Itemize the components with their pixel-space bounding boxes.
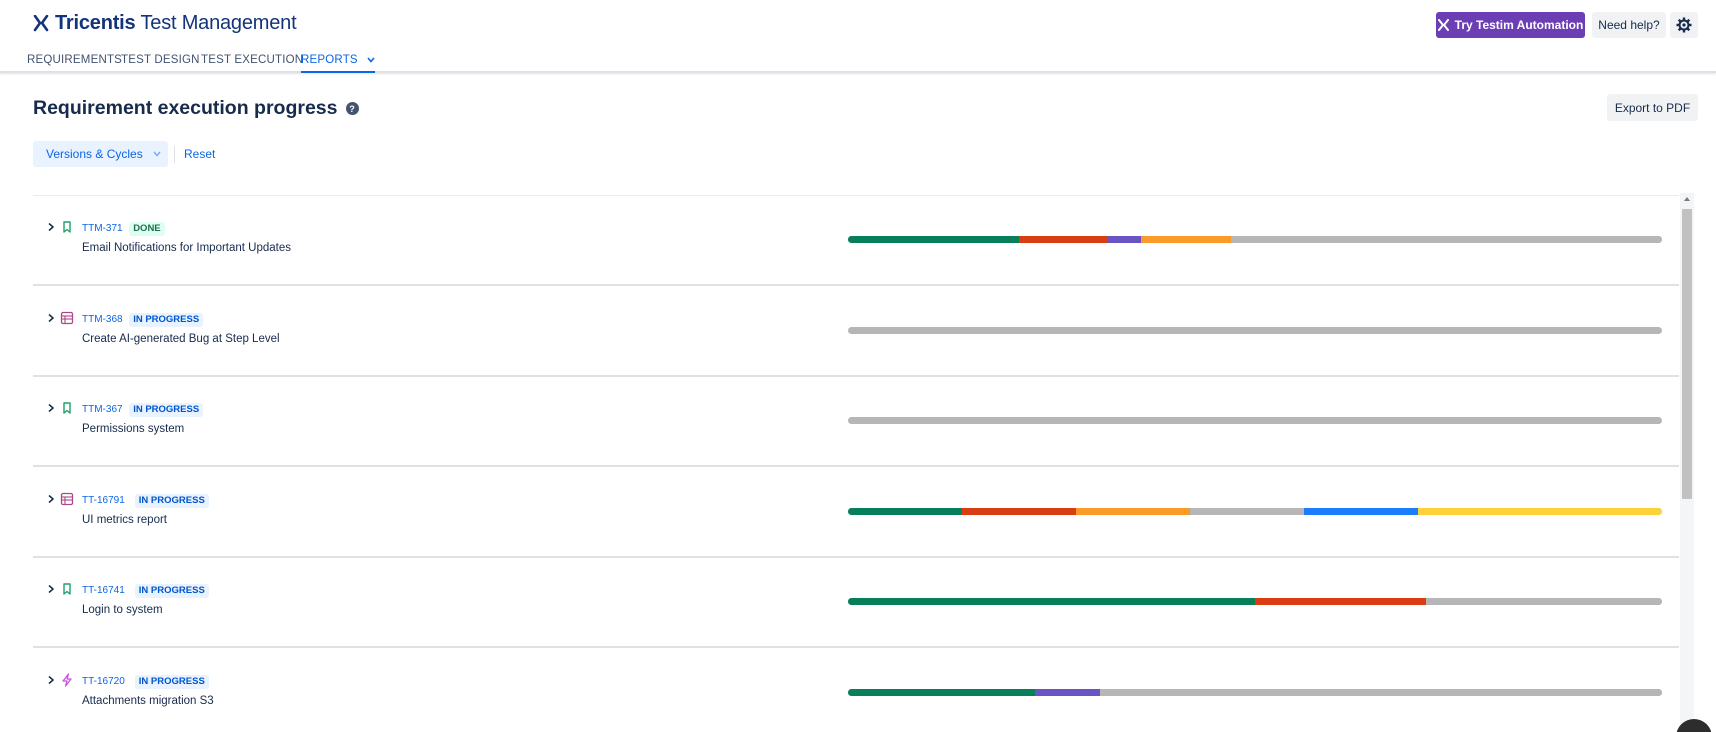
- scroll-up-arrow-icon[interactable]: [1683, 196, 1691, 202]
- try-testim-label: Try Testim Automation: [1454, 18, 1584, 32]
- nav-requirements[interactable]: REQUIREMENTS: [27, 54, 122, 73]
- requirement-row[interactable]: TT-16791 IN PROGRESS UI metrics report: [33, 468, 1679, 558]
- spike-icon: [60, 672, 74, 687]
- progress-segment-passed[interactable]: [848, 236, 1019, 243]
- story-icon: [60, 220, 74, 234]
- main-nav: REQUIREMENTS TEST DESIGN TEST EXECUTION …: [0, 48, 1716, 73]
- story-icon: [60, 401, 74, 415]
- requirement-summary: UI metrics report: [82, 513, 167, 526]
- requirement-summary: Attachments migration S3: [82, 694, 214, 707]
- progress-segment-not-executed[interactable]: [1189, 507, 1304, 515]
- chevron-right-icon[interactable]: [46, 494, 56, 504]
- story-icon: [60, 582, 74, 596]
- requirement-row[interactable]: TT-16741 IN PROGRESS Login to system: [33, 558, 1679, 648]
- progress-segment-passed[interactable]: [848, 598, 1255, 605]
- app-logo[interactable]: Tricentis Test Management: [33, 12, 297, 35]
- requirement-summary: Create AI-generated Bug at Step Level: [82, 332, 280, 345]
- execution-progress-bar[interactable]: [848, 507, 1662, 515]
- scrollbar-thumb[interactable]: [1682, 209, 1692, 499]
- progress-segment-not-executed[interactable]: [1100, 688, 1662, 696]
- requirement-key[interactable]: TTM-367: [82, 404, 123, 415]
- help-icon[interactable]: ?: [345, 102, 359, 115]
- requirement-summary: Login to system: [82, 604, 163, 616]
- try-testim-button[interactable]: Try Testim Automation: [1436, 12, 1585, 38]
- status-badge: IN PROGRESS: [134, 674, 209, 689]
- requirement-row[interactable]: TTM-371 DONE Email Notifications for Impor…: [33, 196, 1679, 286]
- requirement-key[interactable]: TT-16720: [82, 676, 125, 687]
- execution-progress-bar[interactable]: [848, 688, 1662, 696]
- status-badge: DONE: [129, 222, 165, 236]
- chevron-right-icon[interactable]: [46, 313, 56, 323]
- chevron-down-icon: [367, 57, 375, 63]
- requirement-row[interactable]: TTM-367 IN PROGRESS Permissions system: [33, 377, 1679, 467]
- nav-reports-label: REPORTS: [301, 54, 358, 66]
- progress-segment-custom-blue[interactable]: [1303, 507, 1418, 515]
- nav-test-execution[interactable]: TEST EXECUTION: [201, 54, 303, 73]
- export-pdf-label: Export to PDF: [1614, 100, 1691, 115]
- requirement-row[interactable]: TTM-368 IN PROGRESS Create AI-generated Bu…: [33, 287, 1679, 377]
- progress-segment-not-executed[interactable]: [1425, 598, 1662, 605]
- logo-product: Test Management: [140, 12, 297, 34]
- status-badge: IN PROGRESS: [129, 403, 204, 417]
- progress-segment-not-executed[interactable]: [1230, 236, 1662, 243]
- execution-progress-bar[interactable]: [848, 598, 1662, 605]
- export-pdf-button[interactable]: Export to PDF: [1607, 94, 1698, 121]
- need-help-button[interactable]: Need help?: [1592, 12, 1666, 38]
- requirement-summary: Email Notifications for Important Update…: [82, 242, 292, 254]
- top-bar: Tricentis Test Management Try Testim Aut…: [0, 0, 1716, 48]
- progress-segment-failed[interactable]: [1255, 598, 1426, 605]
- filter-divider: [174, 146, 175, 163]
- progress-segment-failed[interactable]: [961, 507, 1076, 515]
- progress-segment-blocked[interactable]: [1035, 688, 1101, 696]
- chevron-down-icon: [153, 151, 161, 157]
- logo-brand: Tricentis: [55, 12, 136, 34]
- requirement-key[interactable]: TT-16741: [82, 585, 125, 596]
- progress-segment-custom-yellow[interactable]: [1417, 507, 1662, 515]
- epic-icon: [60, 311, 74, 325]
- versions-cycles-filter[interactable]: Versions & Cycles: [33, 141, 168, 167]
- nav-reports[interactable]: REPORTS: [301, 54, 376, 73]
- requirement-row[interactable]: TT-16720 IN PROGRESS Attachments migration…: [33, 649, 1679, 732]
- execution-progress-bar[interactable]: [848, 236, 1662, 243]
- execution-progress-bar[interactable]: [848, 417, 1662, 424]
- settings-button[interactable]: [1670, 12, 1698, 38]
- progress-segment-passed[interactable]: [848, 688, 1036, 696]
- progress-segment-blocked[interactable]: [1108, 236, 1142, 243]
- requirements-list: TTM-371 DONE Email Notifications for Impor…: [33, 195, 1679, 732]
- status-badge: IN PROGRESS: [129, 312, 204, 327]
- requirement-key[interactable]: TT-16791: [82, 495, 125, 506]
- status-badge: IN PROGRESS: [134, 584, 209, 598]
- progress-segment-passed[interactable]: [848, 507, 962, 515]
- versions-cycles-label: Versions & Cycles: [46, 147, 143, 161]
- reset-button[interactable]: Reset: [184, 147, 215, 161]
- page-title-text: Requirement execution progress: [33, 97, 338, 119]
- gear-icon: [1676, 17, 1692, 33]
- chevron-right-icon[interactable]: [46, 584, 56, 594]
- nav-test-design[interactable]: TEST DESIGN: [121, 54, 200, 73]
- progress-segment-failed[interactable]: [1018, 236, 1109, 243]
- progress-segment-in-progress[interactable]: [1141, 236, 1231, 243]
- chevron-right-icon[interactable]: [46, 675, 56, 685]
- requirement-summary: Permissions system: [82, 423, 185, 435]
- requirement-key[interactable]: TTM-368: [82, 314, 123, 325]
- tricentis-logo-icon: [33, 14, 49, 31]
- progress-segment-not-executed[interactable]: [848, 417, 1662, 424]
- progress-segment-in-progress[interactable]: [1075, 507, 1190, 515]
- progress-segment-not-executed[interactable]: [848, 326, 1662, 334]
- testim-icon: [1437, 19, 1449, 31]
- requirement-key[interactable]: TTM-371: [82, 223, 123, 234]
- chevron-right-icon[interactable]: [46, 403, 56, 413]
- epic-icon: [60, 492, 74, 506]
- need-help-label: Need help?: [1598, 18, 1660, 32]
- status-badge: IN PROGRESS: [134, 493, 209, 508]
- execution-progress-bar[interactable]: [848, 326, 1662, 334]
- page-title: Requirement execution progress ?: [33, 97, 359, 120]
- chevron-right-icon[interactable]: [46, 222, 56, 232]
